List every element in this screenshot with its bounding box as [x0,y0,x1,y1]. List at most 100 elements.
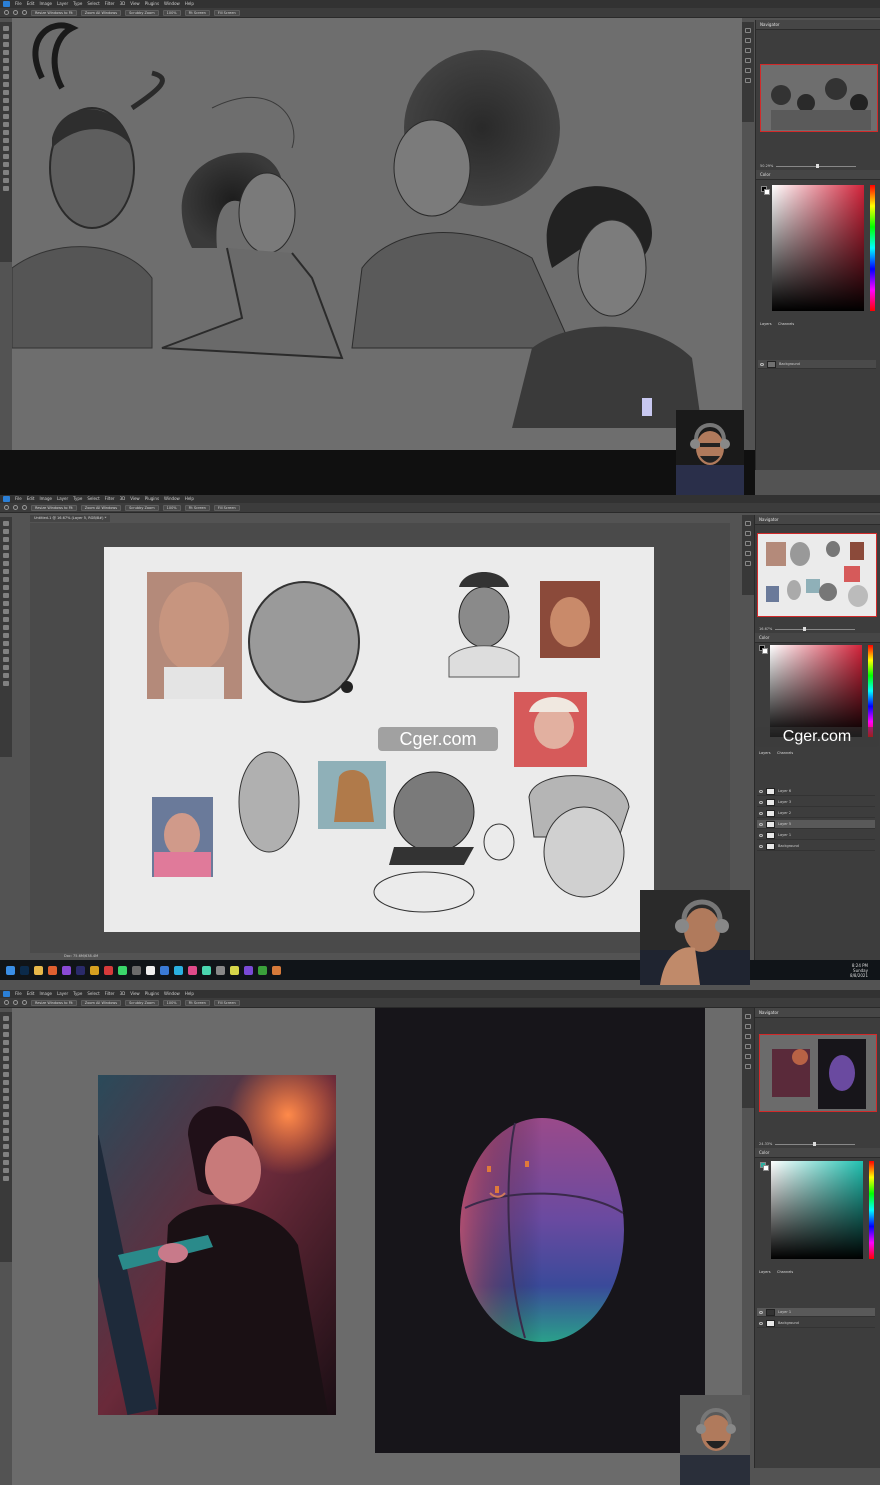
app-taskbar-icon[interactable] [48,965,57,975]
history-brush-icon[interactable] [3,593,9,598]
zoom-100-button[interactable]: 100% [162,504,181,511]
stamp-tool-icon[interactable] [3,90,9,95]
zoom-all-windows-option[interactable]: Zoom All Windows [80,9,122,16]
move-tool-icon[interactable] [3,26,9,31]
eye-icon[interactable] [759,800,763,804]
menu-help[interactable]: Help [185,495,194,503]
lasso-tool-icon[interactable] [3,1032,9,1037]
app-taskbar-icon[interactable] [188,965,197,975]
eye-icon[interactable] [759,844,763,848]
menu-file[interactable]: File [15,495,22,503]
path-select-icon[interactable] [3,649,9,654]
dodge-tool-icon[interactable] [3,625,9,630]
zoom-slider[interactable] [776,163,857,168]
menu-filter[interactable]: Filter [105,0,115,8]
scrubby-zoom-option[interactable]: Scrubby Zoom [125,999,159,1006]
type-tool-icon[interactable] [3,1136,9,1141]
zoom-tool-icon[interactable] [3,178,9,183]
wand-tool-icon[interactable] [3,545,9,550]
app-taskbar-icon[interactable] [174,965,183,975]
menu-select[interactable]: Select [87,990,99,998]
brush-tool-icon[interactable] [3,1072,9,1077]
menu-image[interactable]: Image [39,495,52,503]
menu-window[interactable]: Window [164,0,180,8]
move-tool-icon[interactable] [3,1016,9,1021]
navigator-tab[interactable]: Navigator [756,20,880,30]
blur-tool-icon[interactable] [3,617,9,622]
zoom-all-windows-option[interactable]: Zoom All Windows [80,504,122,511]
shape-tool-icon[interactable] [3,1152,9,1157]
menu-help[interactable]: Help [185,990,194,998]
properties-icon[interactable] [745,68,751,73]
app-taskbar-icon[interactable] [118,965,127,975]
fill-screen-button[interactable]: Fill Screen [213,9,240,16]
menu-select[interactable]: Select [87,0,99,8]
paragraph-icon[interactable] [745,1064,751,1069]
background-swatch[interactable] [764,189,770,195]
navigator-thumbnail[interactable] [757,533,877,617]
eye-icon[interactable] [759,822,763,826]
canvas[interactable] [11,18,742,450]
zoom-all-windows-option[interactable]: Zoom All Windows [80,999,122,1006]
history-icon[interactable] [745,28,751,33]
menu-view[interactable]: View [130,990,140,998]
color-field[interactable] [772,185,864,311]
zoom-100-button[interactable]: 100% [162,9,181,16]
brush-settings-icon[interactable] [745,531,751,536]
menu-filter[interactable]: Filter [105,990,115,998]
app-taskbar-icon[interactable] [90,965,99,975]
channels-tab[interactable]: Channels [778,322,794,326]
zoom-tool-icon[interactable] [3,673,9,678]
zoom-in-icon[interactable] [13,505,18,510]
app-taskbar-icon[interactable] [132,965,141,975]
brush-settings-icon[interactable] [745,1024,751,1029]
background-swatch[interactable] [762,648,768,654]
pen-tool-icon[interactable] [3,138,9,143]
zoom-in-icon[interactable] [13,10,18,15]
fill-screen-button[interactable]: Fill Screen [213,999,240,1006]
more-tools-icon[interactable] [3,186,9,191]
crop-tool-icon[interactable] [3,553,9,558]
eye-icon[interactable] [759,789,763,793]
adjustments-icon[interactable] [745,1044,751,1049]
color-tab[interactable]: Color [755,633,880,643]
swatches-icon[interactable] [745,48,751,53]
explorer-taskbar-icon[interactable] [34,965,43,975]
menu-type[interactable]: Type [73,495,82,503]
gradient-tool-icon[interactable] [3,1104,9,1109]
app-taskbar-icon[interactable] [202,965,211,975]
menu-file[interactable]: File [15,0,22,8]
path-select-icon[interactable] [3,154,9,159]
resize-windows-option[interactable]: Resize Windows to Fit [31,999,77,1006]
fit-screen-button[interactable]: Fit Screen [184,999,210,1006]
menu-image[interactable]: Image [39,990,52,998]
menu-image[interactable]: Image [39,0,52,8]
move-tool-icon[interactable] [3,521,9,526]
properties-icon[interactable] [745,1054,751,1059]
menu-window[interactable]: Window [164,495,180,503]
history-brush-icon[interactable] [3,1088,9,1093]
zoom-out-icon[interactable] [22,1000,27,1005]
app-taskbar-icon[interactable] [258,965,267,975]
healing-tool-icon[interactable] [3,1064,9,1069]
zoom-in-icon[interactable] [13,1000,18,1005]
eye-icon[interactable] [760,362,764,366]
eyedropper-tool-icon[interactable] [3,561,9,566]
stamp-tool-icon[interactable] [3,1080,9,1085]
eyedropper-tool-icon[interactable] [3,66,9,71]
marquee-tool-icon[interactable] [3,34,9,39]
zoom-out-icon[interactable] [22,505,27,510]
menu-plugins[interactable]: Plugins [145,990,159,998]
app-taskbar-icon[interactable] [244,965,253,975]
healing-tool-icon[interactable] [3,74,9,79]
more-tools-icon[interactable] [3,681,9,686]
eyedropper-tool-icon[interactable] [3,1056,9,1061]
layer-row[interactable]: Background [758,360,876,369]
adjustments-icon[interactable] [745,58,751,63]
zoom-out-icon[interactable] [22,10,27,15]
gradient-tool-icon[interactable] [3,114,9,119]
shape-tool-icon[interactable] [3,162,9,167]
app-taskbar-icon[interactable] [76,965,85,975]
eye-icon[interactable] [759,833,763,837]
app-taskbar-icon[interactable] [230,965,239,975]
